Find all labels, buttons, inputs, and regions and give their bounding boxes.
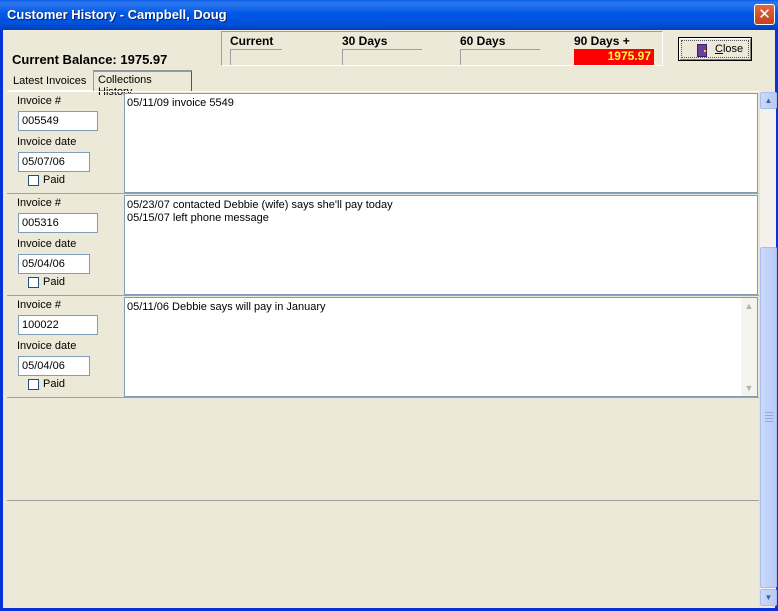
paid-checkbox[interactable] [28, 175, 39, 186]
thumb-grip [765, 412, 773, 413]
invoice-label: Invoice # [17, 95, 62, 107]
aging-current: Current [230, 35, 340, 65]
invoice-date-label: Invoice date [17, 136, 77, 148]
invoice-date-field[interactable]: 05/07/06 [18, 152, 90, 172]
aging-60: 60 Days [460, 35, 570, 65]
tab-collections-history[interactable]: Collections History [93, 70, 192, 98]
paid-label: Paid [43, 378, 66, 390]
collection-row: Invoice # 005316 Invoice date 05/04/06 P… [7, 194, 759, 296]
current-balance: Current Balance: 1975.97 [12, 52, 167, 67]
note-line: 05/15/07 left phone message [127, 212, 269, 224]
balance-label: Current Balance: [12, 52, 117, 67]
paid-checkbox[interactable] [28, 277, 39, 288]
thumb-grip [765, 421, 773, 422]
notes-textarea[interactable]: 05/11/09 invoice 5549 [124, 93, 758, 193]
collections-panel: Invoice # 005549 Invoice date 05/07/06 P… [7, 91, 759, 607]
customer-history-window: Customer History - Campbell, Doug ✕ Curr… [0, 0, 778, 611]
aging-30-label: 30 Days [342, 34, 388, 48]
paid-label: Paid [43, 174, 66, 186]
invoice-date-label: Invoice date [17, 238, 77, 250]
aging-90: 90 Days + 1975.97 [574, 35, 656, 65]
aging-30-value [342, 49, 422, 65]
invoice-number-field[interactable]: 005316 [18, 213, 98, 233]
close-label-rest: lose [722, 43, 744, 55]
scroll-thumb[interactable] [760, 247, 777, 588]
scroll-down-icon[interactable]: ▼ [760, 589, 777, 606]
invoice-number-field[interactable]: 005549 [18, 111, 98, 131]
invoice-date-field[interactable]: 05/04/06 [18, 356, 90, 376]
paid-label: Paid [43, 276, 66, 288]
close-button-label: Close [715, 43, 743, 55]
paid-checkbox[interactable] [28, 379, 39, 390]
notes-textarea[interactable]: 05/11/06 Debbie says will pay in January… [124, 297, 758, 397]
collection-row: Invoice # 100022 Invoice date 05/04/06 P… [7, 296, 759, 398]
tab-latest-invoices[interactable]: Latest Invoices [9, 73, 93, 91]
close-button[interactable]: Close [678, 37, 752, 61]
close-accelerator: C [715, 43, 723, 55]
title-bar[interactable]: Customer History - Campbell, Doug ✕ [0, 0, 778, 30]
notes-textarea[interactable]: 05/23/07 contacted Debbie (wife) says sh… [124, 195, 758, 295]
collection-row: Invoice # 005549 Invoice date 05/07/06 P… [7, 92, 759, 194]
invoice-date-field[interactable]: 05/04/06 [18, 254, 90, 274]
aging-current-label: Current [230, 34, 274, 48]
window-close-icon[interactable]: ✕ [754, 4, 775, 25]
notes-scrollbar[interactable]: ▲ ▼ [741, 298, 757, 396]
divider [7, 500, 759, 501]
invoice-date-label: Invoice date [17, 340, 77, 352]
scroll-up-icon[interactable]: ▲ [760, 92, 777, 109]
aging-60-value [460, 49, 540, 65]
aging-90-label: 90 Days + [574, 34, 630, 48]
scroll-up-icon[interactable]: ▲ [741, 298, 757, 314]
aging-30: 30 Days [342, 35, 452, 65]
invoice-number-field[interactable]: 100022 [18, 315, 98, 335]
note-line: 05/11/06 Debbie says will pay in January [127, 301, 326, 313]
scroll-down-icon[interactable]: ▼ [741, 380, 757, 396]
door-exit-icon [697, 44, 707, 57]
window-title: Customer History - Campbell, Doug [7, 7, 227, 22]
main-vertical-scrollbar[interactable]: ▲ ▼ [759, 92, 777, 606]
thumb-grip [765, 418, 773, 419]
invoice-label: Invoice # [17, 197, 62, 209]
thumb-grip [765, 415, 773, 416]
aging-90-value: 1975.97 [574, 49, 654, 65]
aging-60-label: 60 Days [460, 34, 506, 48]
invoice-label: Invoice # [17, 299, 62, 311]
aging-summary: Current 30 Days 60 Days 90 Days + 1975.9… [221, 31, 663, 66]
note-line: 05/23/07 contacted Debbie (wife) says sh… [127, 199, 393, 211]
balance-value: 1975.97 [120, 52, 168, 67]
aging-current-value [230, 49, 282, 65]
note-line: 05/11/09 invoice 5549 [127, 97, 234, 109]
